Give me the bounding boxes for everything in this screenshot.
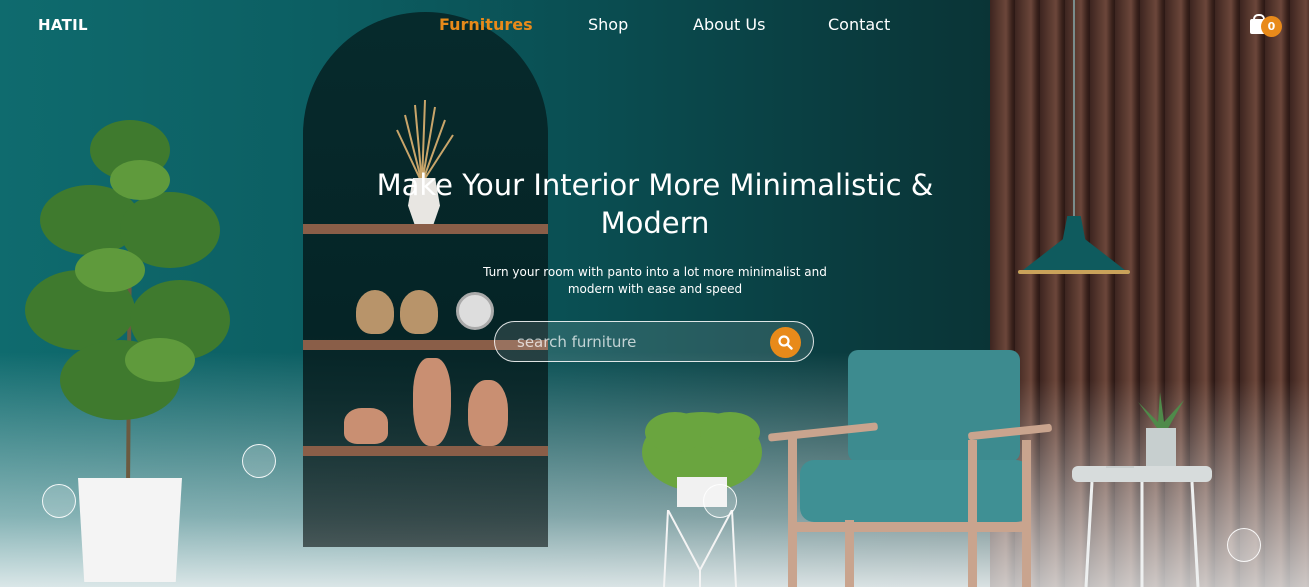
- armchair-rail: [790, 522, 1030, 532]
- hero-section: HATIL Furnitures Shop About Us Contact 0…: [0, 0, 1309, 587]
- armchair-back: [848, 350, 1020, 462]
- fern-plant: [642, 412, 762, 507]
- side-table: [1072, 466, 1212, 587]
- search-icon: [778, 335, 793, 350]
- hero-headline: Make Your Interior More Minimalistic & M…: [376, 168, 934, 240]
- nav-link-about-us[interactable]: About Us: [693, 15, 765, 34]
- top-navigation: HATIL Furnitures Shop About Us Contact 0: [0, 0, 1309, 52]
- armchair-leg: [968, 440, 977, 587]
- cart-count-badge: 0: [1261, 16, 1282, 37]
- decorative-bubble: [1227, 528, 1261, 562]
- cart-button[interactable]: 0: [1250, 14, 1282, 37]
- white-planter: [78, 478, 182, 582]
- clay-vase: [468, 380, 508, 446]
- clay-pot: [344, 408, 388, 444]
- search-bar: [494, 321, 814, 362]
- armchair-leg: [788, 436, 797, 587]
- tree-plant: [25, 120, 230, 490]
- decorative-bubble: [703, 484, 737, 518]
- bird-figurine: [356, 290, 394, 334]
- brand-logo[interactable]: HATIL: [38, 16, 88, 34]
- armchair-seat: [800, 460, 1030, 522]
- nav-link-furnitures[interactable]: Furnitures: [439, 15, 533, 34]
- plant-stand: [663, 510, 737, 587]
- bird-figurine: [400, 290, 438, 334]
- lamp-rim: [1018, 270, 1130, 274]
- search-button[interactable]: [770, 327, 801, 358]
- shelf: [303, 446, 548, 456]
- hero-subtitle: Turn your room with panto into a lot mor…: [483, 265, 827, 296]
- decorative-bubble: [42, 484, 76, 518]
- armchair-leg: [1022, 440, 1031, 587]
- decorative-bubble: [242, 444, 276, 478]
- clay-vase: [413, 358, 451, 446]
- succulent-plant: [1138, 392, 1184, 472]
- nav-link-shop[interactable]: Shop: [588, 15, 628, 34]
- search-input[interactable]: [517, 322, 757, 361]
- nav-link-contact[interactable]: Contact: [828, 15, 890, 34]
